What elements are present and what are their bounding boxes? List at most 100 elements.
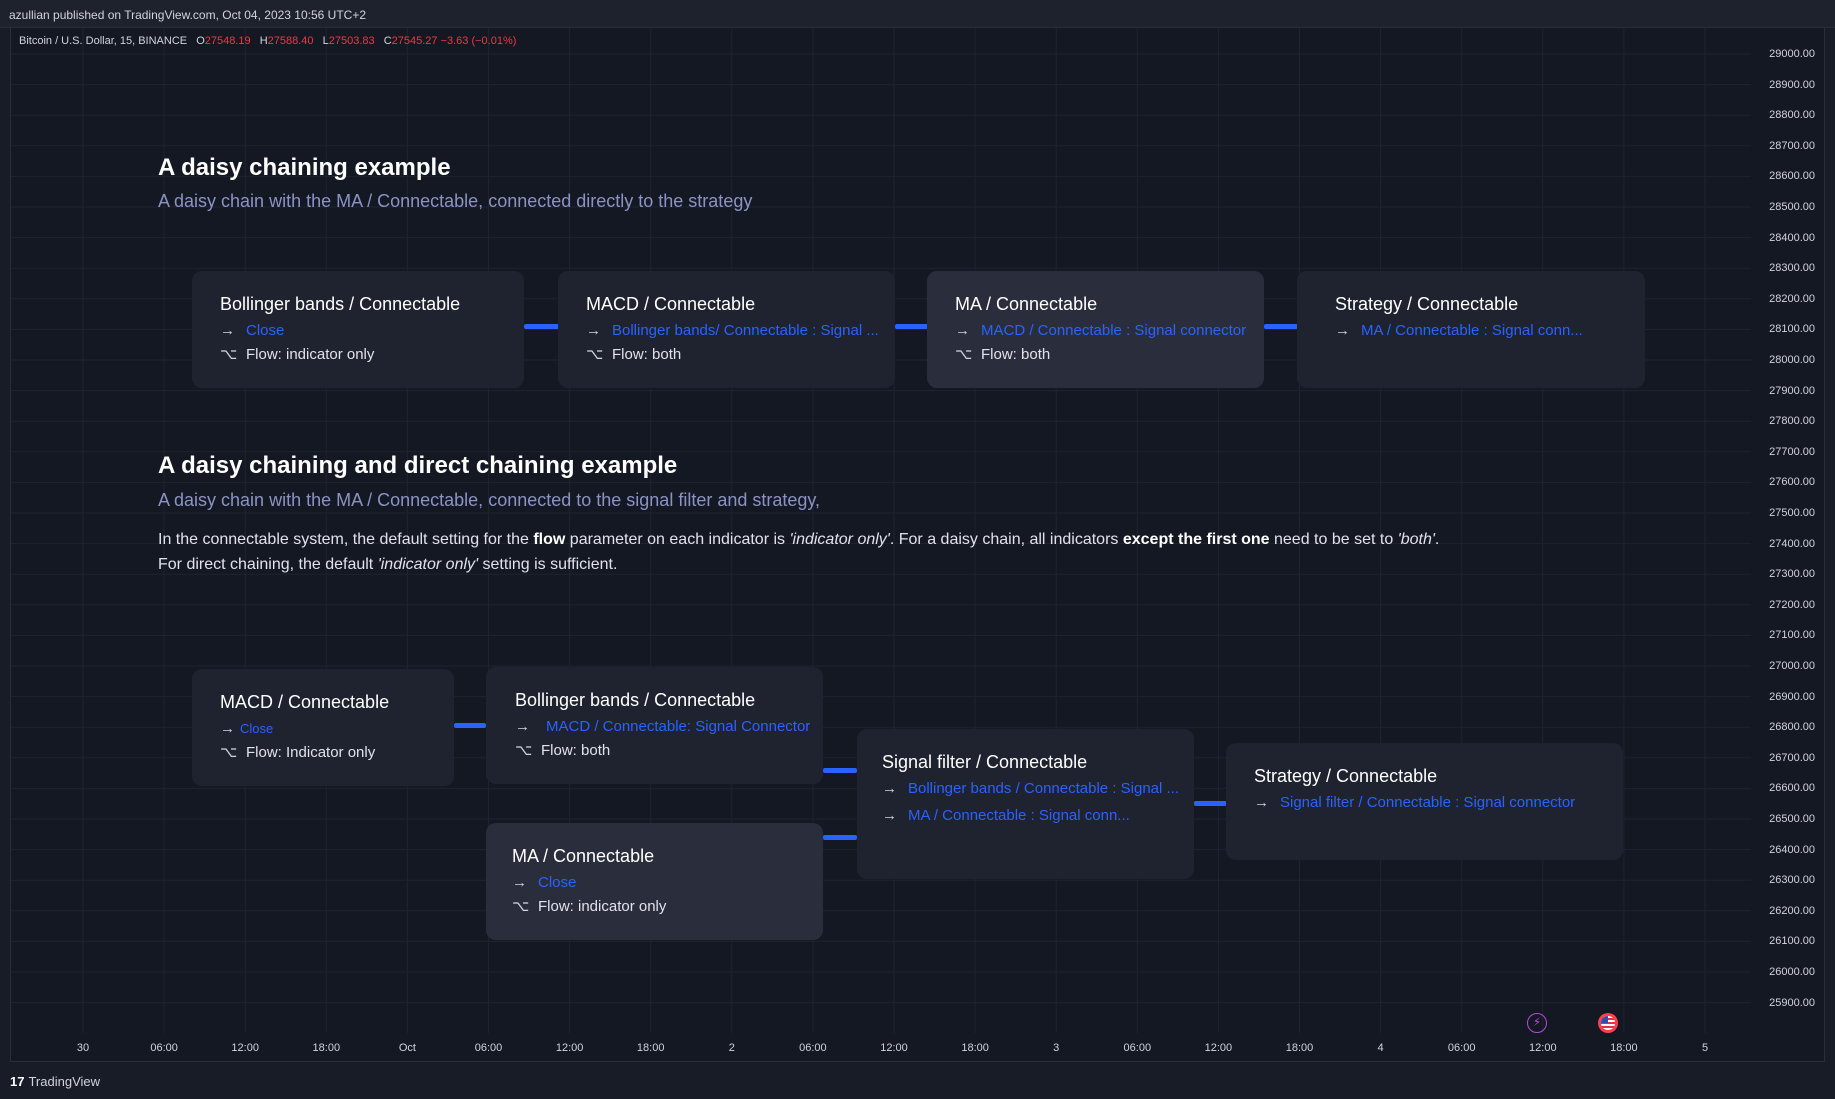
time-axis-label: 18:00 — [961, 1042, 989, 1054]
flow-icon: ⌥ — [515, 742, 533, 759]
time-axis-label: 12:00 — [231, 1042, 259, 1054]
price-axis-label: 26200.00 — [1769, 904, 1815, 917]
price-axis-label: 27400.00 — [1769, 537, 1815, 550]
card-title: Bollinger bands / Connectable — [515, 690, 756, 710]
connector-line — [895, 324, 928, 329]
ohlc-legend: Bitcoin / U.S. Dollar, 15, BINANCE O2754… — [19, 35, 522, 47]
flow-label: Flow: both — [981, 346, 1051, 363]
card-title: MA / Connectable — [512, 846, 655, 866]
time-axis-label: 18:00 — [312, 1042, 341, 1054]
close-value: 27545.27 −3.63 (−0.01%) — [391, 35, 517, 47]
tradingview-mark-icon: 17 — [10, 1074, 25, 1089]
time-axis-label: 06:00 — [474, 1042, 503, 1054]
time-axis-label: 12:00 — [1204, 1042, 1233, 1054]
price-axis-label: 26000.00 — [1769, 966, 1815, 978]
time-axis-label: 06:00 — [799, 1042, 827, 1054]
time-axis-label: 4 — [1377, 1042, 1384, 1054]
price-axis-label: 28100.00 — [1769, 323, 1815, 336]
price-axis-label: 26800.00 — [1769, 721, 1815, 734]
source-link: MA / Connectable : Signal conn... — [1361, 322, 1583, 339]
price-axis-label: 26300.00 — [1769, 874, 1815, 887]
price-axis-label: 28600.00 — [1769, 170, 1815, 183]
flow-icon: ⌥ — [512, 898, 530, 915]
close-label: C — [383, 35, 392, 47]
connector-line — [454, 723, 486, 728]
price-axis-label: 27100.00 — [1769, 629, 1815, 642]
arrow-right-icon: → — [882, 807, 897, 824]
arrow-right-icon: → — [220, 720, 235, 737]
section1-subtitle: A daisy chain with the MA / Connectable,… — [158, 191, 753, 211]
time-axis-label: 30 — [76, 1042, 90, 1054]
price-axis-label: 27500.00 — [1769, 507, 1815, 519]
arrow-right-icon: → — [512, 874, 527, 891]
section2-subtitle: A daisy chain with the MA / Connectable,… — [158, 490, 821, 510]
s2-card-signal-filter: Signal filter / Connectable → Bollinger b… — [857, 729, 1194, 879]
section2-paragraph-2: For direct chaining, the default 'indica… — [158, 556, 618, 573]
price-axis-label: 29000.00 — [1769, 48, 1815, 60]
published-info: azullian published on TradingView.com, O… — [9, 8, 366, 22]
source-link: Close — [240, 721, 274, 736]
flow-label: Flow: both — [612, 346, 682, 363]
card-title: Strategy / Connectable — [1254, 766, 1438, 786]
flow-label: Flow: Indicator only — [246, 744, 376, 761]
card-title: Signal filter / Connectable — [882, 752, 1088, 772]
lightning-event-icon[interactable]: ⚡ — [1527, 1013, 1547, 1033]
high-label: H — [259, 35, 268, 47]
arrow-right-icon: → — [220, 322, 235, 339]
price-axis-label: 28700.00 — [1769, 139, 1815, 152]
card-title: MA / Connectable — [955, 294, 1098, 314]
us-flag-event-icon[interactable] — [1598, 1013, 1618, 1033]
card-title: Bollinger bands / Connectable — [220, 294, 461, 314]
connector-line — [823, 768, 857, 773]
section2-paragraph-1: In the connectable system, the default s… — [158, 531, 1440, 548]
chart-pane[interactable]: Bitcoin / U.S. Dollar, 15, BINANCE O2754… — [10, 28, 1825, 1062]
price-axis-label: 26900.00 — [1769, 690, 1815, 703]
time-axis-label: 5 — [1701, 1042, 1709, 1054]
high-value: 27588.40 — [267, 35, 314, 47]
flow-label: Flow: indicator only — [246, 346, 375, 363]
time-axis-label: Oct — [398, 1042, 416, 1054]
source-link: Bollinger bands/ Connectable : Signal ..… — [612, 322, 879, 339]
s2-card-ma: MA / Connectable → Close ⌥ Flow: indicator… — [486, 823, 823, 940]
low-label: L — [322, 35, 329, 47]
s1-card-strategy: Strategy / Connectable → MA / Connectable… — [1297, 271, 1645, 388]
time-axis-label: 18:00 — [1610, 1042, 1638, 1054]
top-bar: azullian published on TradingView.com, O… — [0, 0, 1835, 28]
price-axis-label: 26600.00 — [1769, 782, 1815, 795]
arrow-right-icon: → — [1335, 322, 1350, 339]
connector-line — [524, 324, 559, 329]
source-link: Signal filter / Connectable : Signal con… — [1280, 794, 1576, 811]
price-axis-label: 28800.00 — [1769, 109, 1815, 122]
s1-card-ma: MA / Connectable → MACD / Connectable : S… — [927, 271, 1264, 388]
source-link: MACD / Connectable: Signal Connector — [546, 718, 811, 735]
tradingview-logo[interactable]: 17 TradingView — [10, 1074, 100, 1089]
time-axis-label: 06:00 — [1447, 1042, 1476, 1054]
price-axis-label: 27000.00 — [1769, 660, 1815, 672]
time-axis-label: 18:00 — [636, 1042, 665, 1054]
flow-icon: ⌥ — [220, 744, 238, 761]
time-axis-label: 06:00 — [150, 1042, 178, 1054]
time-axis-label: 12:00 — [880, 1042, 908, 1054]
connector-line — [1194, 801, 1227, 806]
arrow-right-icon: → — [586, 322, 601, 339]
open-value: 27548.19 — [204, 35, 251, 47]
price-axis-label: 27900.00 — [1769, 384, 1815, 397]
symbol-label[interactable]: Bitcoin / U.S. Dollar, 15, BINANCE — [19, 35, 187, 47]
source-link: MACD / Connectable : Signal connector — [981, 322, 1247, 339]
flow-label: Flow: both — [541, 742, 611, 759]
source-link: Bollinger bands / Connectable : Signal .… — [908, 780, 1180, 797]
price-axis-label: 28500.00 — [1769, 201, 1815, 213]
price-axis-label: 27800.00 — [1769, 415, 1815, 428]
section2-title: A daisy chaining and direct chaining exa… — [158, 452, 678, 479]
s2-card-bollinger: Bollinger bands / Connectable → MACD / Co… — [486, 667, 823, 784]
s2-card-macd: MACD / Connectable → Close ⌥ Flow: Indicat… — [192, 669, 454, 786]
price-axis-label: 28200.00 — [1769, 292, 1815, 305]
arrow-right-icon: → — [882, 780, 897, 797]
time-axis-label: 06:00 — [1123, 1042, 1152, 1054]
s1-card-macd: MACD / Connectable → Bollinger bands/ Con… — [558, 271, 895, 388]
price-axis-label: 27700.00 — [1769, 445, 1815, 458]
arrow-right-icon: → — [1254, 794, 1269, 811]
price-axis-label: 26700.00 — [1769, 751, 1815, 764]
price-axis-label: 27300.00 — [1769, 568, 1815, 581]
price-axis-label: 25900.00 — [1769, 996, 1815, 1009]
